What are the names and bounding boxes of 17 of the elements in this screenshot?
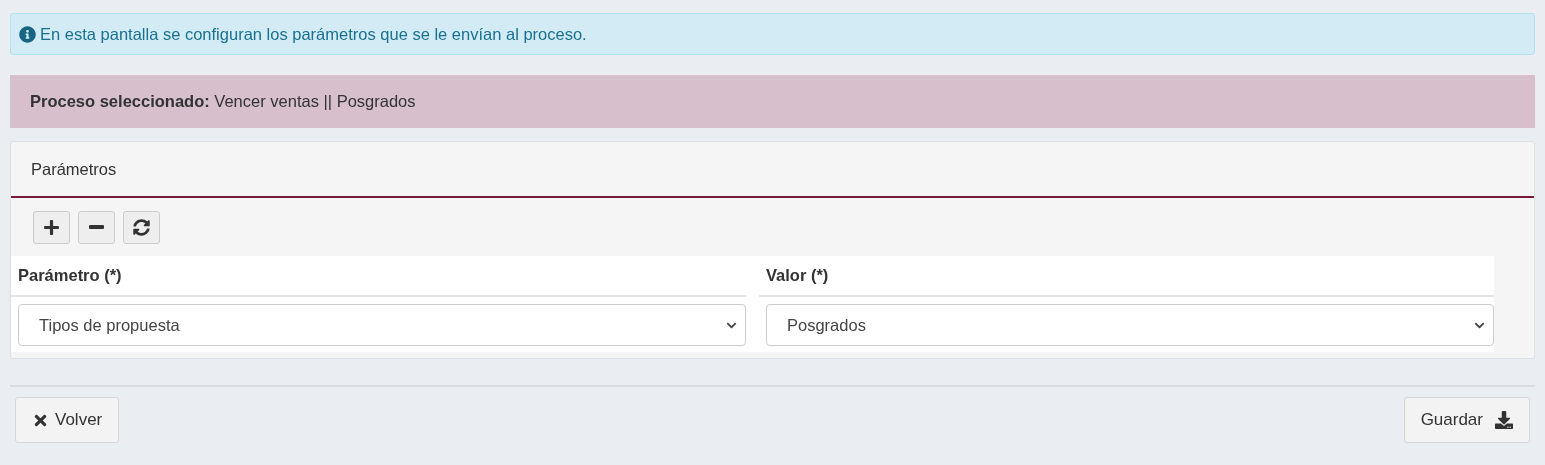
remove-button[interactable] <box>78 210 115 244</box>
plus-icon <box>43 218 60 236</box>
column-header: Parámetro (*) <box>18 266 122 284</box>
minus-icon <box>89 225 104 229</box>
value-select[interactable]: Posgrados <box>766 304 1494 346</box>
panel-title: Parámetros <box>31 159 117 179</box>
save-button[interactable]: Guardar <box>1403 397 1530 443</box>
column-header: Valor (*) <box>766 266 829 284</box>
add-button[interactable] <box>33 210 70 244</box>
info-text: En esta pantalla se configuran los parámetros que se le envían al proceso. <box>40 24 587 44</box>
process-text: Proceso seleccionado: Vencer ventas || Posgrados <box>30 92 416 111</box>
refresh-icon <box>133 218 150 236</box>
download-icon <box>1495 411 1513 429</box>
parameter-select[interactable]: Tipos de propuesta <box>18 304 746 346</box>
info-icon <box>19 25 36 43</box>
refresh-button[interactable] <box>123 210 160 244</box>
back-button[interactable]: Volver <box>15 397 120 443</box>
